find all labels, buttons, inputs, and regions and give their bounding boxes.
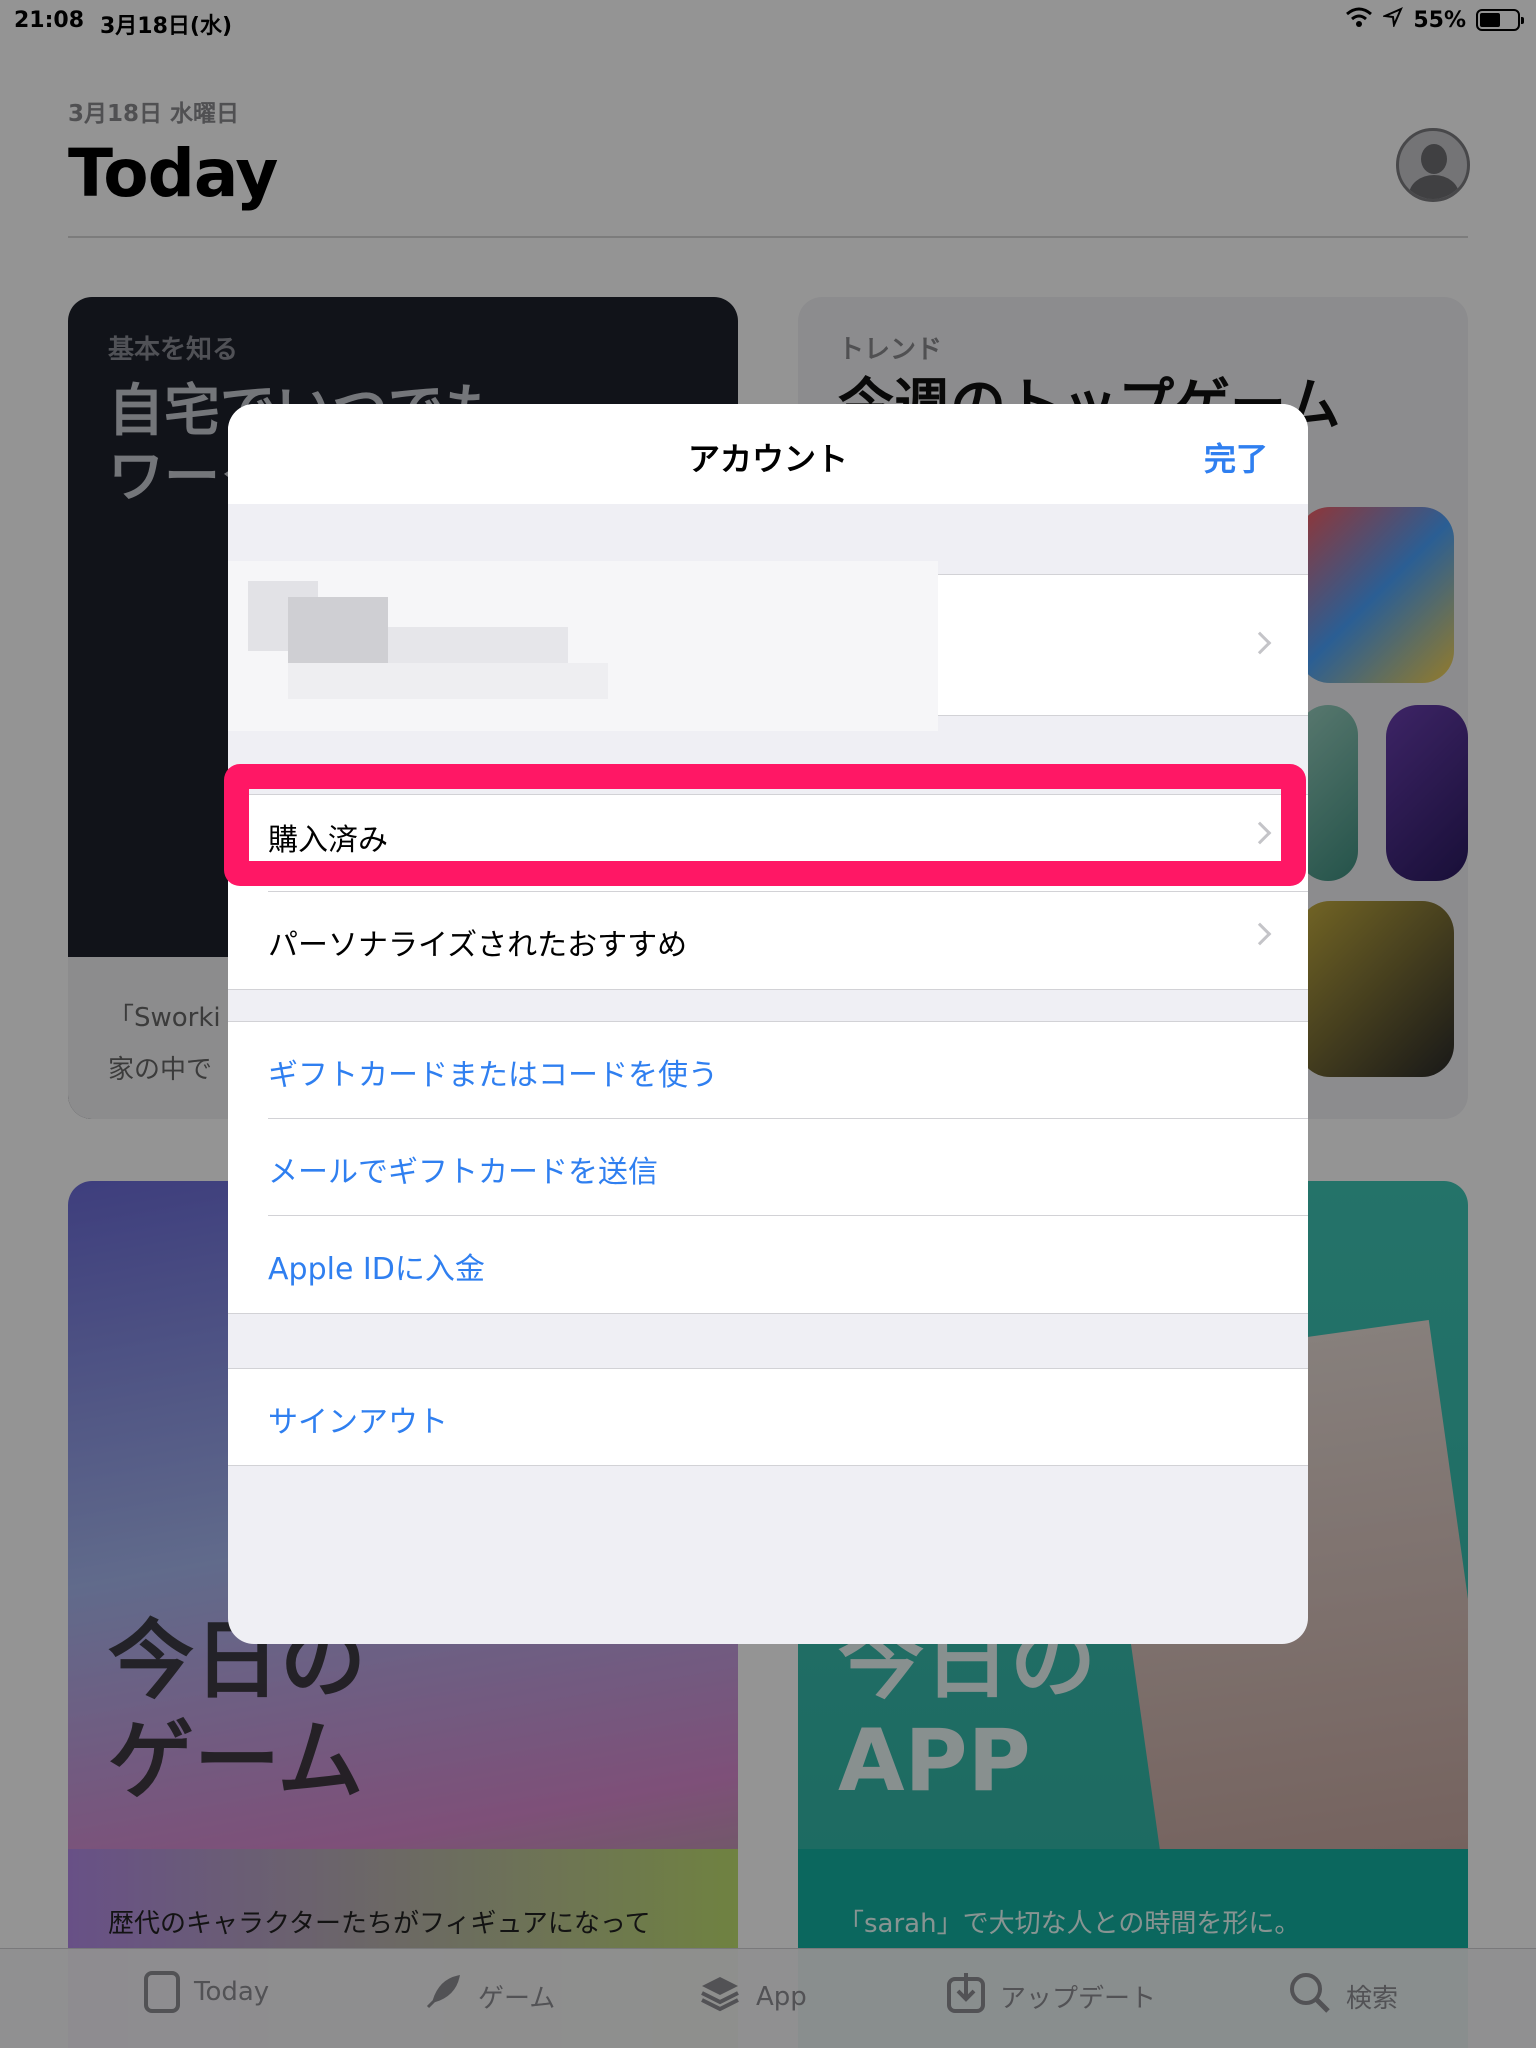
redeem-gift-card-link[interactable]: ギフトカードまたはコードを使う — [268, 1050, 718, 1094]
modal-header: アカウント 完了 — [228, 404, 1308, 504]
gift-card-group: ギフトカードまたはコードを使う メールでギフトカードを送信 Apple IDに入… — [228, 1021, 1308, 1314]
done-button[interactable]: 完了 — [1204, 434, 1268, 480]
profile-row[interactable] — [228, 561, 1308, 731]
personalized-recommendations-label: パーソナライズされたおすすめ — [268, 928, 688, 963]
add-funds-row[interactable]: Apple IDに入金 — [228, 1216, 1308, 1313]
account-modal: アカウント 完了 購入済み パーソナライズされたおすすめ ギフトカードまたはコー… — [228, 404, 1308, 1644]
sign-out-group: サインアウト — [228, 1368, 1308, 1466]
sign-out-row[interactable]: サインアウト — [228, 1369, 1308, 1466]
chevron-right-icon — [1248, 922, 1272, 946]
modal-title: アカウント — [687, 440, 848, 478]
chevron-right-icon — [1248, 631, 1272, 655]
redacted-profile-info — [228, 561, 938, 731]
redeem-gift-card-row[interactable]: ギフトカードまたはコードを使う — [228, 1022, 1308, 1119]
purchases-group: 購入済み パーソナライズされたおすすめ — [228, 794, 1308, 990]
sign-out-link[interactable]: サインアウト — [268, 1397, 448, 1441]
purchased-row[interactable]: 購入済み — [228, 795, 1308, 892]
send-gift-card-row[interactable]: メールでギフトカードを送信 — [228, 1119, 1308, 1216]
chevron-right-icon — [1248, 821, 1272, 845]
add-funds-link[interactable]: Apple IDに入金 — [268, 1244, 485, 1288]
personalized-recommendations-row[interactable]: パーソナライズされたおすすめ — [228, 892, 1308, 989]
purchased-label: 購入済み — [268, 823, 388, 858]
send-gift-card-link[interactable]: メールでギフトカードを送信 — [268, 1147, 658, 1191]
